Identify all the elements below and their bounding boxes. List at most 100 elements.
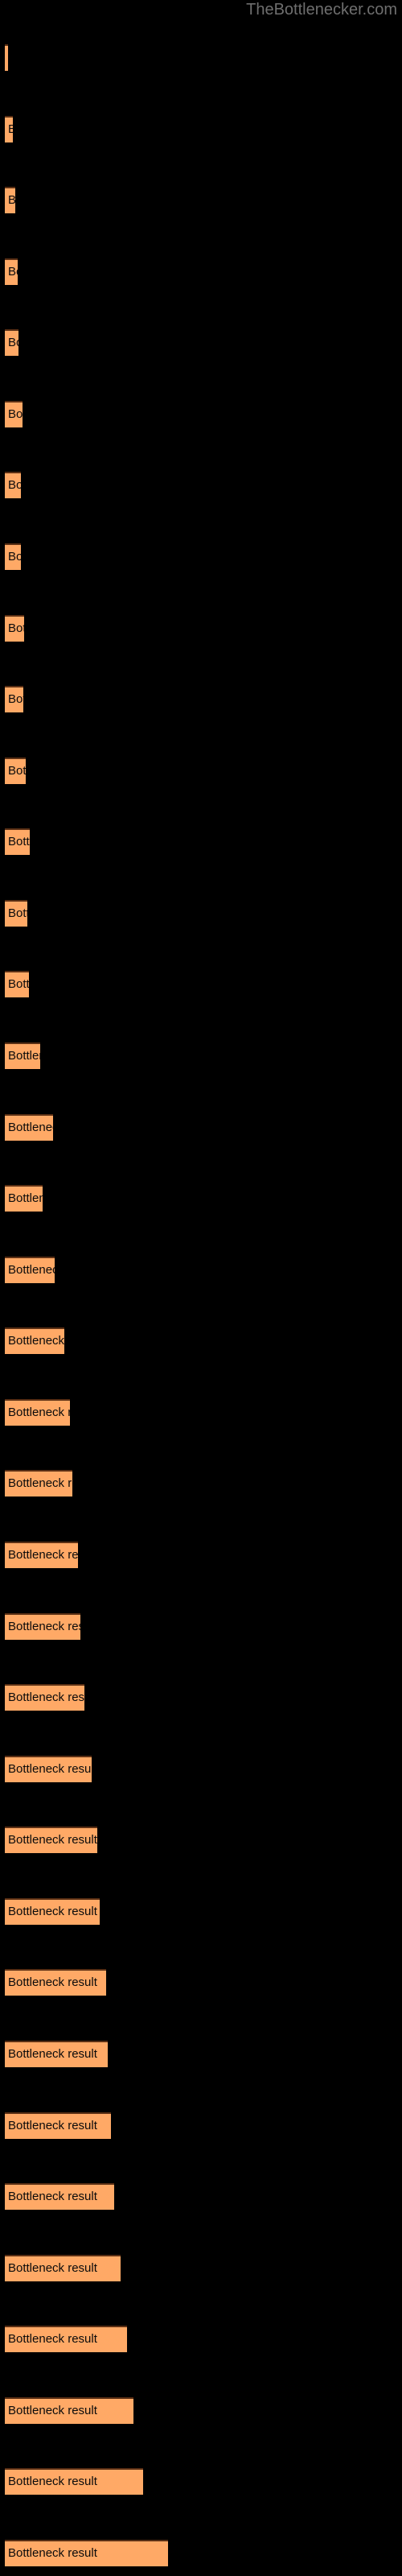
bar-row[interactable]: Bottleneck result bbox=[5, 1114, 53, 1141]
bar-label-clip: Bottleneck result bbox=[5, 615, 24, 642]
bar-label: Bottleneck result bbox=[8, 1191, 43, 1205]
bar-label: Bottleneck result bbox=[8, 2332, 97, 2346]
bar-row[interactable]: Bottleneck result bbox=[5, 116, 13, 142]
bar-row[interactable]: Bottleneck result bbox=[5, 900, 27, 927]
bar-label-clip: Bottleneck result bbox=[5, 2112, 111, 2139]
bar-label-clip: Bottleneck result bbox=[5, 187, 15, 213]
bar-label: Bottleneck result bbox=[8, 407, 23, 421]
bar-label-clip: Bottleneck result bbox=[5, 828, 30, 855]
bar-label: Bottleneck result bbox=[8, 2047, 97, 2061]
bar-row[interactable]: Bottleneck result bbox=[5, 2255, 121, 2281]
bar-row[interactable]: Bottleneck result bbox=[5, 258, 18, 285]
bar-label-clip: Bottleneck result bbox=[5, 758, 26, 784]
bar-label: Bottleneck result bbox=[8, 550, 21, 564]
bar-label-clip: Bottleneck result bbox=[5, 1114, 53, 1141]
bar-label-clip: Bottleneck result bbox=[5, 2397, 133, 2424]
bar-label-clip: Bottleneck result bbox=[5, 1327, 64, 1354]
bar-label: Bottleneck result bbox=[8, 2119, 97, 2132]
bar-label-clip: Bottleneck result bbox=[5, 1542, 78, 1568]
bar-label-clip: Bottleneck result bbox=[5, 2468, 143, 2495]
bar-label: Bottleneck result bbox=[8, 478, 21, 492]
bar-row[interactable]: Bottleneck result bbox=[5, 971, 29, 997]
bar-row[interactable]: Bottleneck result bbox=[5, 1898, 100, 1925]
bar-label: Bottleneck result bbox=[8, 193, 15, 207]
bar-label-clip: Bottleneck result bbox=[5, 116, 13, 142]
bar-label: Bottleneck result bbox=[8, 1121, 53, 1134]
bar-label-clip: Bottleneck result bbox=[5, 2183, 114, 2210]
bar-label-clip: Bottleneck result bbox=[5, 1898, 100, 1925]
bar-label-clip: Bottleneck result bbox=[5, 971, 29, 997]
bar-label: Bottleneck result bbox=[8, 2261, 97, 2275]
bar-row[interactable]: Bottleneck result bbox=[5, 1613, 80, 1640]
bar-row[interactable]: Bottleneck result bbox=[5, 1470, 72, 1496]
bar-label: Bottleneck result bbox=[8, 2190, 97, 2203]
bar-label: Bottleneck result bbox=[8, 265, 18, 279]
bar-label-clip: Bottleneck result bbox=[5, 258, 18, 285]
bar-label-clip: Bottleneck result bbox=[5, 1969, 106, 1996]
bar-row[interactable]: Bottleneck result bbox=[5, 187, 15, 213]
bar-row[interactable]: Bottleneck result bbox=[5, 543, 21, 570]
bar-label-clip: Bottleneck result bbox=[5, 472, 21, 498]
plot-area: Bottleneck result Bottleneck result Bottle… bbox=[0, 0, 402, 2576]
bar-row[interactable]: Bottleneck result bbox=[5, 1185, 43, 1212]
bar-label: Bottleneck result bbox=[8, 764, 26, 778]
bar-row[interactable]: Bottleneck result bbox=[5, 828, 30, 855]
bar-label-clip: Bottleneck result bbox=[5, 1257, 55, 1283]
bar-label: Bottleneck result bbox=[8, 1690, 84, 1704]
bar-row[interactable]: Bottleneck result bbox=[5, 1827, 97, 1853]
bar-label-clip: Bottleneck result bbox=[5, 1613, 80, 1640]
bar-row[interactable]: Bottleneck result bbox=[5, 1399, 70, 1426]
bar-row[interactable]: Bottleneck result bbox=[5, 1327, 64, 1354]
bar-label: Bottleneck result bbox=[8, 692, 23, 706]
bar-label-clip: Bottleneck result bbox=[5, 1684, 84, 1711]
bar-label-clip: Bottleneck result bbox=[5, 2041, 108, 2067]
bar-row[interactable]: Bottleneck result bbox=[5, 2540, 168, 2566]
bar-row[interactable]: Bottleneck result bbox=[5, 401, 23, 427]
bar-label-clip: Bottleneck result bbox=[5, 44, 8, 71]
bar-row[interactable]: Bottleneck result bbox=[5, 1756, 92, 1782]
bar-row[interactable]: Bottleneck result bbox=[5, 686, 23, 712]
bar-row[interactable]: Bottleneck result bbox=[5, 44, 8, 71]
bar-row[interactable]: Bottleneck result bbox=[5, 2468, 143, 2495]
bar-label-clip: Bottleneck result bbox=[5, 686, 23, 712]
bar-label: Bottleneck result bbox=[8, 906, 27, 920]
bar-label: Bottleneck result bbox=[8, 1548, 78, 1562]
bar-label: Bottleneck result bbox=[8, 835, 30, 848]
bar-label-clip: Bottleneck result bbox=[5, 1470, 72, 1496]
bar-label-clip: Bottleneck result bbox=[5, 1185, 43, 1212]
bar-row[interactable]: Bottleneck result bbox=[5, 615, 24, 642]
bar-label: Bottleneck result bbox=[8, 1406, 70, 1419]
bar-label-clip: Bottleneck result bbox=[5, 1827, 97, 1853]
bar-label: Bottleneck result bbox=[8, 977, 29, 991]
bar-label: Bottleneck result bbox=[8, 2404, 97, 2417]
bar-row[interactable]: Bottleneck result bbox=[5, 758, 26, 784]
bar-row[interactable]: Bottleneck result bbox=[5, 2397, 133, 2424]
bar-row[interactable]: Bottleneck result bbox=[5, 1684, 84, 1711]
bar-label-clip: Bottleneck result bbox=[5, 1756, 92, 1782]
bar-label: Bottleneck result bbox=[8, 1905, 97, 1918]
bar-label: Bottleneck result bbox=[8, 1476, 72, 1490]
bar-row[interactable]: Bottleneck result bbox=[5, 2112, 111, 2139]
bar-label-clip: Bottleneck result bbox=[5, 1042, 40, 1069]
bar-label: Bottleneck result bbox=[8, 122, 13, 136]
bar-label: Bottleneck result bbox=[8, 1263, 55, 1277]
bar-label-clip: Bottleneck result bbox=[5, 2255, 121, 2281]
bottleneck-bar-chart: TheBottlenecker.com Bottleneck resultBot… bbox=[0, 0, 402, 2576]
bar-row[interactable]: Bottleneck result bbox=[5, 1969, 106, 1996]
bar-label: Bottleneck result bbox=[8, 1620, 80, 1633]
bar-label: Bottleneck result bbox=[8, 621, 24, 635]
bar-label-clip: Bottleneck result bbox=[5, 329, 18, 356]
bar-row[interactable]: Bottleneck result bbox=[5, 2326, 127, 2352]
bar-label-clip: Bottleneck result bbox=[5, 1399, 70, 1426]
bar-row[interactable]: Bottleneck result bbox=[5, 1042, 40, 1069]
bar-row[interactable]: Bottleneck result bbox=[5, 1542, 78, 1568]
bar-row[interactable]: Bottleneck result bbox=[5, 2183, 114, 2210]
bar-label: Bottleneck result bbox=[8, 2546, 97, 2560]
bar-label: Bottleneck result bbox=[8, 1762, 92, 1776]
bar-label: Bottleneck result bbox=[8, 1049, 40, 1063]
bar-row[interactable]: Bottleneck result bbox=[5, 472, 21, 498]
bar-row[interactable]: Bottleneck result bbox=[5, 2041, 108, 2067]
bar-label-clip: Bottleneck result bbox=[5, 900, 27, 927]
bar-row[interactable]: Bottleneck result bbox=[5, 1257, 55, 1283]
bar-row[interactable]: Bottleneck result bbox=[5, 329, 18, 356]
